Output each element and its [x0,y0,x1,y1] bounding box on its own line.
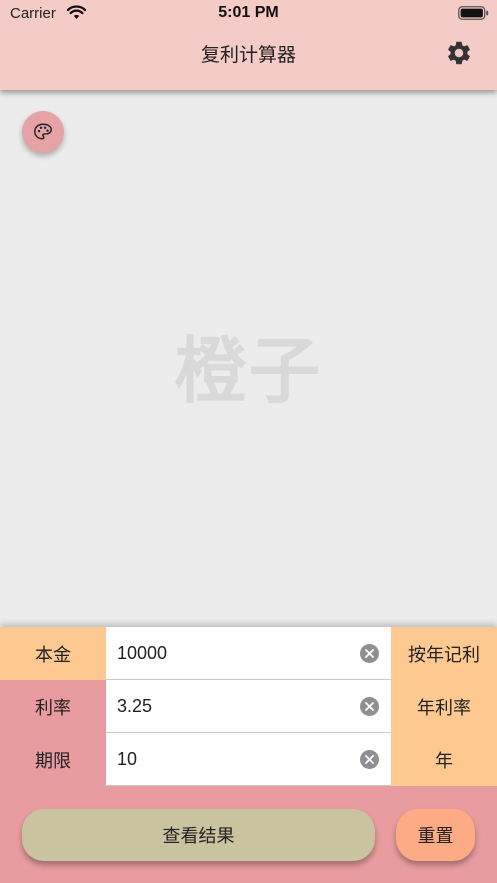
status-bar: Carrier 5:01 PM [0,0,497,28]
view-result-button[interactable]: 查看结果 [22,809,375,861]
rate-input-container [106,680,391,733]
gear-icon[interactable] [445,39,473,67]
interest-mode-button[interactable]: 按年记利 [391,627,497,680]
rate-row: 利率 年利率 [0,680,497,733]
principal-row: 本金 按年记利 [0,627,497,680]
rate-input[interactable] [106,680,356,732]
content-area: 橙子 [0,90,497,627]
page-title: 复利计算器 [200,44,296,66]
principal-input[interactable] [106,627,356,679]
term-label: 期限 [0,733,106,786]
term-input[interactable] [106,733,356,785]
principal-input-container [106,627,391,680]
term-row: 期限 年 [0,733,497,786]
calculator-form: 本金 按年记利 利率 年利率 期限 年 查看结果 重置 [0,627,497,883]
principal-label: 本金 [0,627,106,680]
term-unit-button[interactable]: 年 [391,733,497,786]
navigation-header: Carrier 5:01 PM 复利计算器 [0,0,497,90]
clear-icon[interactable] [360,750,379,769]
watermark-text: 橙子 [174,329,323,413]
clear-icon[interactable] [360,644,379,663]
rate-label: 利率 [0,680,106,733]
clear-icon[interactable] [360,697,379,716]
status-time: 5:01 PM [218,4,279,21]
battery-icon [458,6,489,20]
reset-button[interactable]: 重置 [396,809,475,861]
theme-palette-button[interactable] [22,111,64,153]
palette-icon [34,123,52,140]
term-input-container [106,733,391,786]
rate-type-button[interactable]: 年利率 [391,680,497,733]
